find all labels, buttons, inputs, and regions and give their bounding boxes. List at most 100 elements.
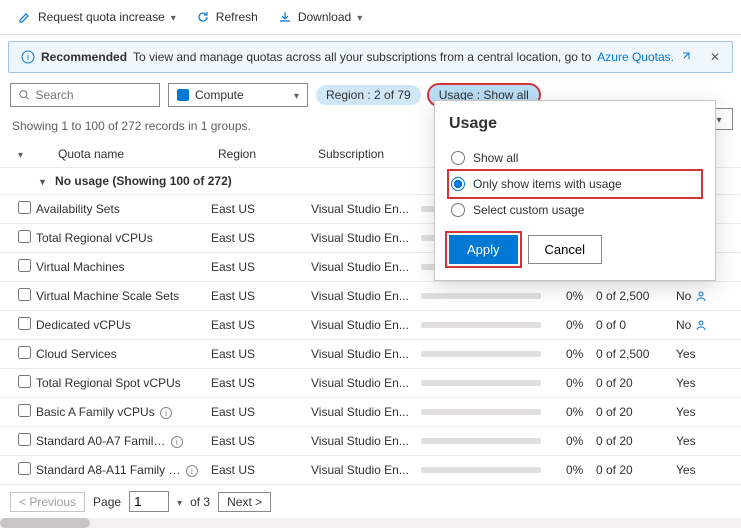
quota-subscription: Visual Studio En... — [311, 376, 421, 390]
adjustable-cell: Yes — [676, 376, 716, 390]
banner-text: To view and manage quotas across all you… — [133, 50, 591, 64]
quota-subscription: Visual Studio En... — [311, 434, 421, 448]
option-custom-usage[interactable]: Select custom usage — [449, 197, 701, 223]
search-icon — [19, 89, 30, 101]
info-icon: i — [21, 50, 35, 64]
row-checkbox[interactable] — [18, 230, 31, 243]
download-button[interactable]: Download — [270, 6, 370, 28]
refresh-button[interactable]: Refresh — [188, 6, 266, 28]
info-icon[interactable]: i — [186, 465, 198, 477]
quota-name: Availability Sets — [36, 202, 211, 216]
table-row[interactable]: Cloud Services East USVisual Studio En..… — [0, 340, 741, 369]
table-row[interactable]: Total Regional Spot vCPUs East USVisual … — [0, 369, 741, 398]
person-icon[interactable] — [695, 290, 707, 302]
adjustable-cell: Yes — [676, 463, 716, 477]
option-show-all[interactable]: Show all — [449, 145, 701, 171]
chevron-down-icon — [716, 112, 721, 126]
row-checkbox[interactable] — [18, 433, 31, 446]
table-row[interactable]: Standard A8-A11 Family … iEast USVisual … — [0, 456, 741, 485]
row-checkbox[interactable] — [18, 346, 31, 359]
row-checkbox[interactable] — [18, 462, 31, 475]
adjustable-cell: No — [676, 318, 716, 332]
popup-title: Usage — [449, 115, 701, 133]
quota-region: East US — [211, 434, 311, 448]
region-filter-label: Region : 2 of 79 — [326, 88, 411, 102]
scrollbar-thumb[interactable] — [0, 518, 90, 528]
chevron-down-icon — [357, 10, 362, 24]
quota-value: 0 of 20 — [596, 434, 676, 448]
quota-name: Standard A8-A11 Family … i — [36, 463, 211, 477]
radio-custom-usage[interactable] — [451, 203, 465, 217]
radio-with-usage[interactable] — [451, 177, 465, 191]
col-region[interactable]: Region — [218, 147, 318, 161]
person-icon[interactable] — [695, 319, 707, 331]
search-input-wrapper[interactable] — [10, 83, 160, 107]
page-of-label: of 3 — [190, 495, 210, 509]
service-label: Compute — [195, 88, 244, 102]
quota-subscription: Visual Studio En... — [311, 405, 421, 419]
chevron-down-icon — [171, 10, 176, 24]
quota-subscription: Visual Studio En... — [311, 347, 421, 361]
usage-percent: 0% — [566, 347, 596, 361]
close-banner-button[interactable]: ✕ — [710, 50, 720, 64]
option-with-usage[interactable]: Only show items with usage — [449, 171, 701, 197]
quota-name: Virtual Machine Scale Sets — [36, 289, 211, 303]
usage-bar — [421, 322, 541, 328]
col-subscription[interactable]: Subscription — [318, 147, 428, 161]
chevron-down-icon[interactable] — [177, 495, 182, 509]
row-checkbox[interactable] — [18, 404, 31, 417]
row-checkbox[interactable] — [18, 375, 31, 388]
pencil-icon — [18, 10, 32, 24]
quota-region: East US — [211, 318, 311, 332]
table-row[interactable]: Basic A Family vCPUs iEast USVisual Stud… — [0, 398, 741, 427]
horizontal-scrollbar[interactable] — [0, 518, 741, 528]
row-checkbox[interactable] — [18, 317, 31, 330]
request-quota-button[interactable]: Request quota increase — [10, 6, 184, 28]
quota-subscription: Visual Studio En... — [311, 318, 421, 332]
option-custom-usage-label: Select custom usage — [473, 203, 584, 217]
table-row[interactable]: Standard A0-A7 Famil… iEast USVisual Stu… — [0, 427, 741, 456]
quota-subscription: Visual Studio En... — [311, 260, 421, 274]
col-quota-name[interactable]: Quota name — [58, 147, 218, 161]
prev-page-button[interactable]: < Previous — [10, 492, 85, 512]
usage-percent: 0% — [566, 434, 596, 448]
page-input[interactable] — [129, 491, 169, 512]
cancel-button[interactable]: Cancel — [528, 235, 602, 264]
radio-show-all[interactable] — [451, 151, 465, 165]
download-icon — [278, 10, 292, 24]
recommendation-banner: i Recommended To view and manage quotas … — [8, 41, 733, 73]
azure-quotas-link[interactable]: Azure Quotas. — [597, 50, 674, 64]
quota-region: East US — [211, 463, 311, 477]
group-label: No usage (Showing 100 of 272) — [55, 174, 232, 188]
row-checkbox[interactable] — [18, 288, 31, 301]
next-page-button[interactable]: Next > — [218, 492, 271, 512]
service-select[interactable]: Compute — [168, 83, 308, 107]
apply-button[interactable]: Apply — [449, 235, 518, 264]
row-checkbox[interactable] — [18, 259, 31, 272]
quota-value: 0 of 2,500 — [596, 347, 676, 361]
table-row[interactable]: Dedicated vCPUs East USVisual Studio En.… — [0, 311, 741, 340]
usage-bar — [421, 438, 541, 444]
row-checkbox[interactable] — [18, 201, 31, 214]
search-input[interactable] — [36, 88, 152, 102]
usage-percent: 0% — [566, 289, 596, 303]
quota-subscription: Visual Studio En... — [311, 463, 421, 477]
quota-region: East US — [211, 260, 311, 274]
chevron-down-icon — [294, 88, 299, 102]
compute-icon — [177, 89, 189, 101]
table-row[interactable]: Virtual Machine Scale Sets East USVisual… — [0, 282, 741, 311]
quota-name: Dedicated vCPUs — [36, 318, 211, 332]
adjustable-cell: No — [676, 289, 716, 303]
expand-all-icon[interactable] — [18, 147, 23, 161]
usage-percent: 0% — [566, 376, 596, 390]
usage-bar — [421, 409, 541, 415]
region-filter-pill[interactable]: Region : 2 of 79 — [316, 85, 421, 105]
info-icon[interactable]: i — [171, 436, 183, 448]
quota-name: Total Regional Spot vCPUs — [36, 376, 211, 390]
option-show-all-label: Show all — [473, 151, 518, 165]
quota-value: 0 of 20 — [596, 463, 676, 477]
info-icon[interactable]: i — [160, 407, 172, 419]
quota-region: East US — [211, 405, 311, 419]
quota-region: East US — [211, 202, 311, 216]
usage-percent: 0% — [566, 405, 596, 419]
